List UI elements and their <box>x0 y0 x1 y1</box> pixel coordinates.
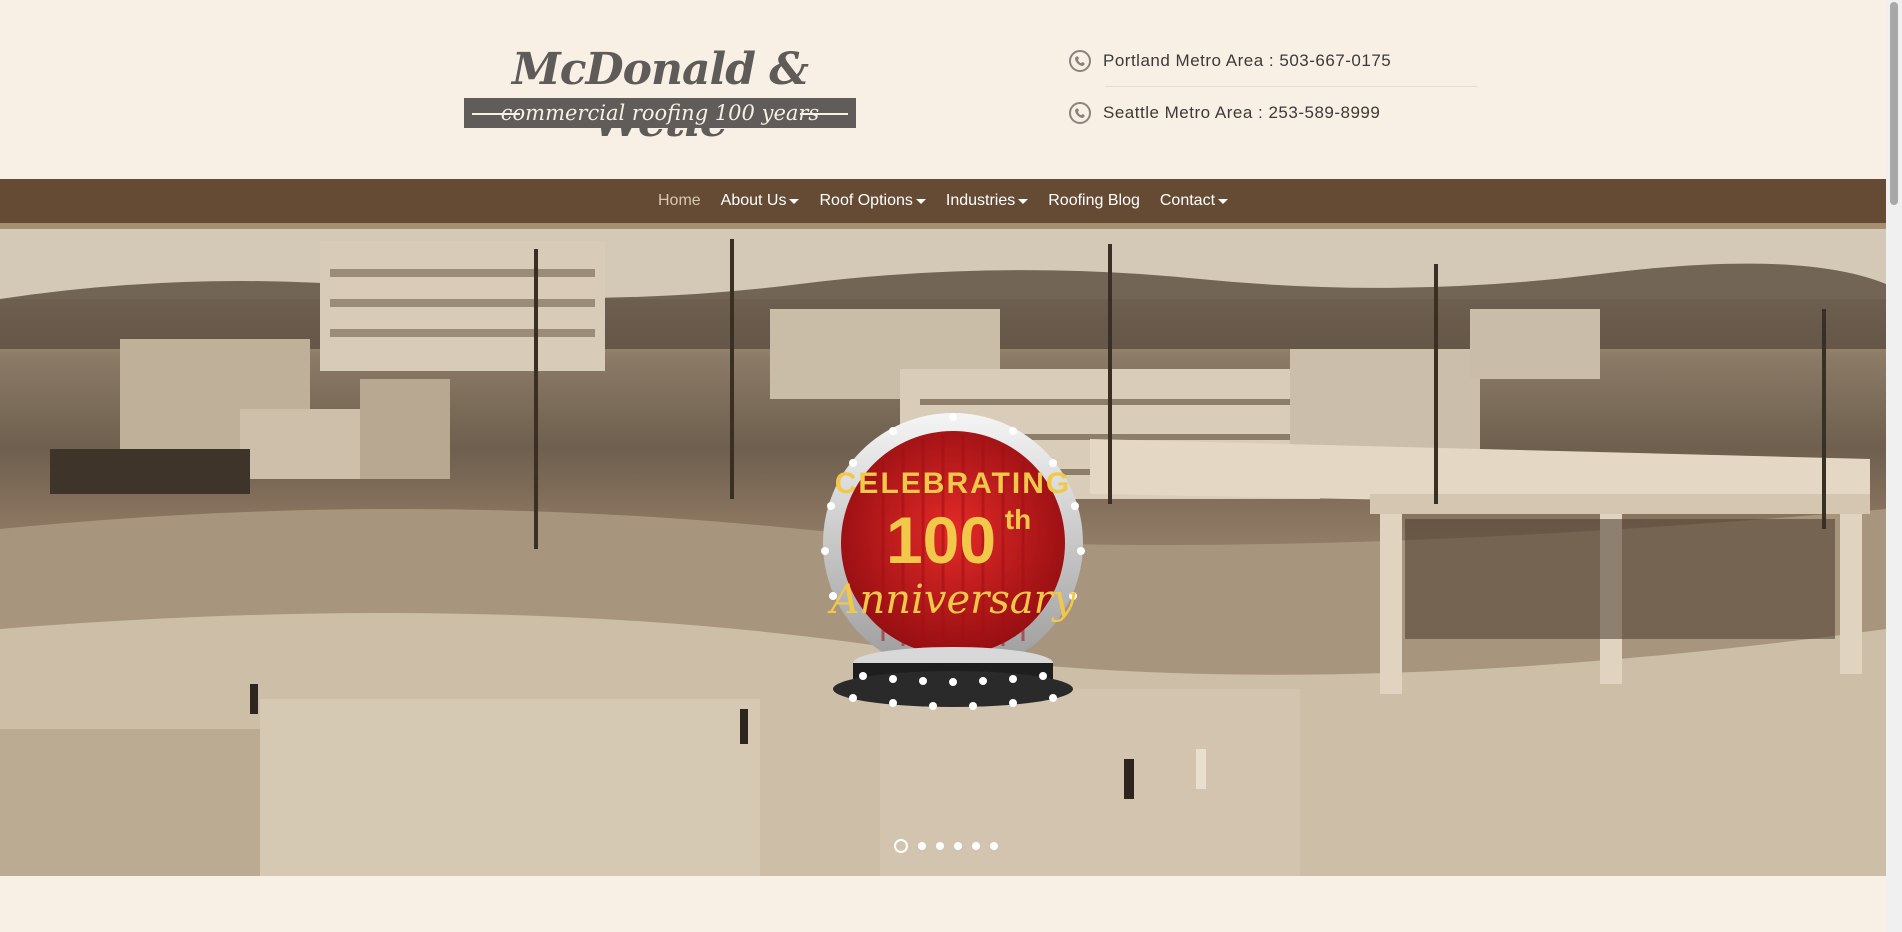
seattle-phone-text: Seattle Metro Area : 253-589-8999 <box>1103 103 1381 122</box>
nav-roofing-blog[interactable]: Roofing Blog <box>1048 192 1140 210</box>
portland-phone-text: Portland Metro Area : 503-667-0175 <box>1103 51 1392 70</box>
nav-home[interactable]: Home <box>658 192 701 210</box>
slide-dot-1[interactable] <box>894 839 908 853</box>
nav-roofing-blog-label: Roofing Blog <box>1048 192 1140 209</box>
anniversary-badge: CELEBRATING 100 th Anniversary <box>821 413 1085 710</box>
caret-down-icon <box>789 198 800 204</box>
logo-tagline: commercial roofing 100 years <box>500 101 820 125</box>
caret-down-icon <box>1218 198 1229 204</box>
badge-suffix: th <box>1005 504 1031 535</box>
slide-dot-4[interactable] <box>954 842 962 850</box>
slide-dot-3[interactable] <box>936 842 944 850</box>
caret-down-icon <box>915 198 926 204</box>
page-scrollbar[interactable] <box>1886 0 1902 932</box>
badge-celebrating: CELEBRATING <box>835 467 1071 500</box>
nav-roof-options-label: Roof Options <box>819 192 913 209</box>
nav-industries[interactable]: Industries <box>945 192 1029 210</box>
nav-contact-label: Contact <box>1159 192 1216 209</box>
hero-slider[interactable]: CELEBRATING 100 th Anniversary <box>0 229 1886 876</box>
portland-phone[interactable]: Portland Metro Area : 503-667-0175 <box>1069 46 1409 76</box>
page: McDonald & Wetle commercial roofing 100 … <box>0 0 1886 932</box>
slide-dot-2[interactable] <box>918 842 926 850</box>
main-nav: Home About Us Roof Options Industries Ro… <box>0 179 1886 229</box>
nav-roof-options[interactable]: Roof Options <box>819 192 926 210</box>
scrollbar-thumb[interactable] <box>1890 2 1898 205</box>
nav-industries-label: Industries <box>945 192 1016 209</box>
seattle-phone[interactable]: Seattle Metro Area : 253-589-8999 <box>1069 98 1409 128</box>
logo-title: McDonald & Wetle <box>511 44 809 147</box>
header-contact: Portland Metro Area : 503-667-0175 Seatt… <box>1069 46 1477 128</box>
nav-about-us-label: About Us <box>720 192 787 209</box>
slide-dot-5[interactable] <box>972 842 980 850</box>
slider-pagination <box>894 839 1008 853</box>
phone-icon <box>1069 102 1091 124</box>
badge-anniversary: Anniversary <box>827 577 1077 623</box>
nav-home-label: Home <box>657 192 701 209</box>
slide-dot-6[interactable] <box>990 842 998 850</box>
caret-down-icon <box>1018 198 1029 204</box>
nav-contact[interactable]: Contact <box>1159 192 1229 210</box>
nav-about-us[interactable]: About Us <box>721 192 800 210</box>
site-logo[interactable]: McDonald & Wetle commercial roofing 100 … <box>464 44 856 147</box>
phone-icon <box>1069 50 1091 72</box>
contact-divider <box>1105 86 1477 87</box>
badge-number: 100 <box>886 503 996 577</box>
